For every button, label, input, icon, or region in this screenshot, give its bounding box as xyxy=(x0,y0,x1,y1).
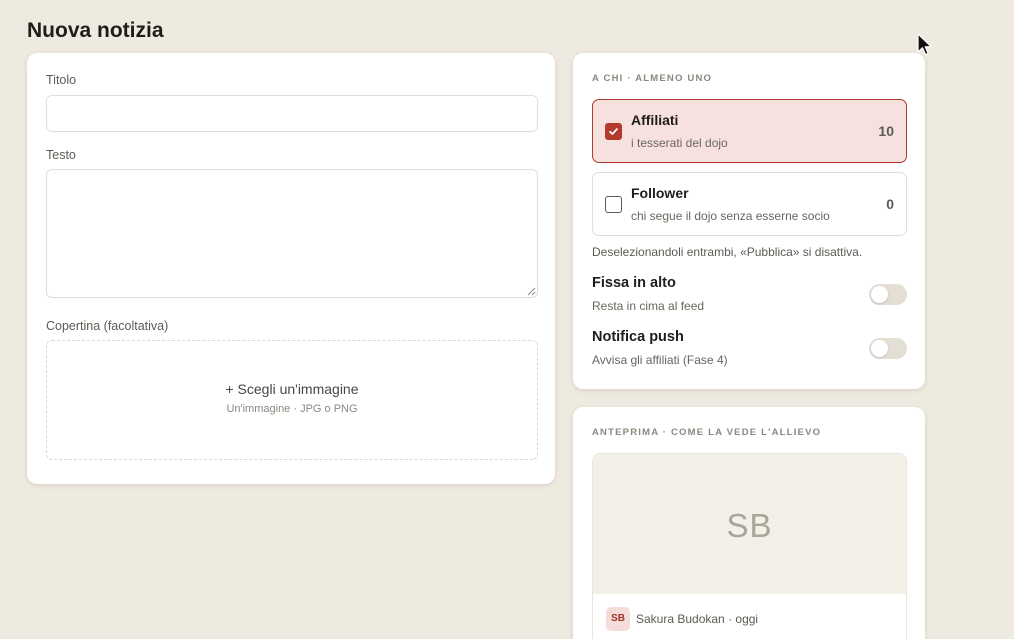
upload-hint: Un'immagine · JPG o PNG xyxy=(226,403,358,415)
option-title: Affiliati xyxy=(631,112,679,128)
cover-initials: SB xyxy=(726,507,773,544)
title-label: Titolo xyxy=(46,73,77,87)
check-icon xyxy=(609,128,618,135)
audience-heading: A CHI · ALMENO UNO xyxy=(592,73,713,84)
option-count: 0 xyxy=(886,196,894,212)
push-toggle-switch[interactable] xyxy=(869,338,907,359)
pin-toggle-title: Fissa in alto xyxy=(592,275,676,291)
text-textarea[interactable] xyxy=(46,169,538,298)
choose-image-button[interactable]: + Scegli un'immagine xyxy=(47,381,537,397)
push-toggle-title: Notifica push xyxy=(592,329,684,345)
switch-knob xyxy=(871,340,888,357)
news-preview: SB SB Sakura Budokan · oggi xyxy=(592,453,907,639)
cover-label: Copertina (facoltativa) xyxy=(46,319,169,333)
text-label: Testo xyxy=(46,148,76,162)
affiliati-checkbox[interactable] xyxy=(605,123,622,140)
switch-knob xyxy=(871,286,888,303)
resize-grip-icon[interactable] xyxy=(527,287,536,296)
preview-author-date: Sakura Budokan · oggi xyxy=(636,612,759,626)
option-count: 10 xyxy=(878,123,894,139)
news-form-card: Titolo Testo Copertina (facoltativa) + S… xyxy=(27,53,555,484)
avatar: SB xyxy=(606,607,630,631)
preview-cover-placeholder: SB xyxy=(593,454,906,594)
option-title: Follower xyxy=(631,185,689,201)
mouse-cursor-icon xyxy=(917,33,932,56)
page-title: Nuova notizia xyxy=(27,19,164,42)
push-toggle-subtitle: Avvisa gli affiliati (Fase 4) xyxy=(592,353,728,367)
audience-option-affiliati[interactable]: Affiliati i tesserati del dojo 10 xyxy=(592,99,907,163)
cover-upload-dropzone[interactable]: + Scegli un'immagine Un'immagine · JPG o… xyxy=(46,340,538,460)
audience-hint: Deselezionandoli entrambi, «Pubblica» si… xyxy=(592,245,863,259)
preview-card: ANTEPRIMA · COME LA VEDE L'ALLIEVO SB SB… xyxy=(573,407,925,639)
follower-checkbox[interactable] xyxy=(605,196,622,213)
option-subtitle: chi segue il dojo senza esserne socio xyxy=(631,209,830,223)
option-subtitle: i tesserati del dojo xyxy=(631,136,728,150)
audience-card: A CHI · ALMENO UNO Affiliati i tesserati… xyxy=(573,53,925,389)
pin-toggle-subtitle: Resta in cima al feed xyxy=(592,299,705,313)
audience-option-follower[interactable]: Follower chi segue il dojo senza esserne… xyxy=(592,172,907,236)
pin-toggle-switch[interactable] xyxy=(869,284,907,305)
preview-heading: ANTEPRIMA · COME LA VEDE L'ALLIEVO xyxy=(592,427,822,438)
title-input[interactable] xyxy=(46,95,538,132)
